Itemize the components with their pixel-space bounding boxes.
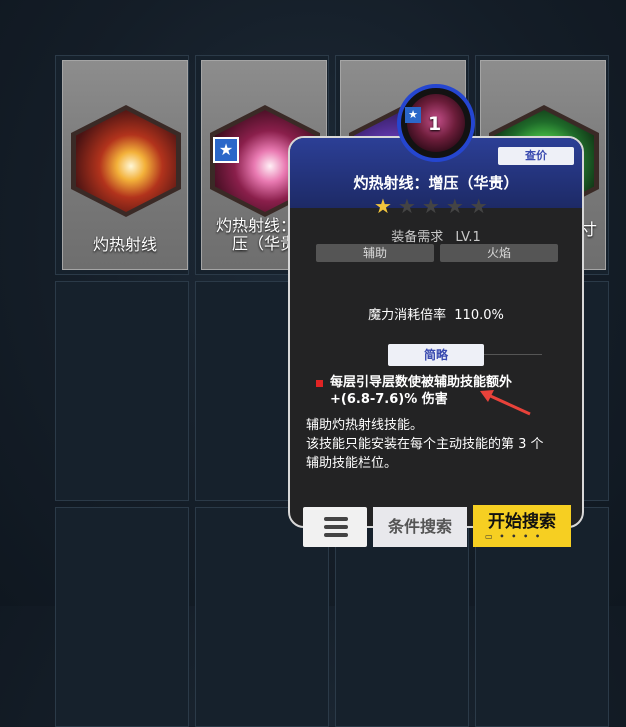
requirement: 装备需求 LV.1 — [290, 226, 582, 245]
star-icon: ★ — [397, 194, 422, 218]
grid-cell[interactable] — [55, 507, 189, 727]
skill-title: 灼热射线：增压（华贵） — [353, 174, 519, 192]
skill-icon — [71, 105, 181, 217]
tag-support: 辅助 — [316, 244, 434, 262]
tag-fire: 火焰 — [440, 244, 558, 262]
start-search-button[interactable]: 开始搜索 ▭ • • • • — [473, 505, 571, 547]
skill-card-label: 灼热射线 — [92, 235, 157, 254]
menu-button[interactable] — [303, 507, 367, 547]
star-icon: ★ — [421, 194, 446, 218]
modifier-text: 每层引导层数使被辅助技能额外 +(6.8-7.6)% 伤害 — [330, 374, 570, 408]
hamburger-icon — [324, 533, 348, 537]
skill-card[interactable]: 灼热射线 — [62, 60, 188, 270]
requirement-value: LV.1 — [455, 230, 481, 245]
skill-description: 辅助灼热射线技能。 该技能只能安装在每个主动技能的第 3 个 辅助技能栏位。 — [306, 416, 576, 473]
star-badge-icon: ★ — [213, 137, 239, 163]
progress-dots: ▭ • • • • — [485, 532, 543, 541]
modifier-line: +(6.8-7.6)% 伤害 — [330, 392, 448, 407]
rarity-stars: ★★★★★ — [374, 194, 494, 218]
requirement-label: 装备需求 — [391, 230, 444, 245]
mana-label: 魔力消耗倍率 — [368, 308, 447, 323]
description-line: 该技能只能安装在每个主动技能的第 3 个 — [306, 437, 544, 452]
tab-brief[interactable]: 简略 — [388, 344, 484, 366]
grid-cell[interactable] — [55, 281, 189, 501]
skill-level: 1 — [428, 113, 442, 135]
star-badge-icon: ★ — [405, 107, 421, 123]
hamburger-icon — [324, 525, 348, 529]
description-line: 辅助灼热射线技能。 — [306, 418, 424, 433]
mana-value: 110.0% — [454, 308, 504, 323]
mana-multiplier: 魔力消耗倍率 110.0% — [290, 304, 582, 323]
star-icon: ★ — [445, 194, 470, 218]
description-line: 辅助技能栏位。 — [306, 456, 398, 471]
start-search-label: 开始搜索 — [488, 512, 556, 532]
skill-tooltip: 查价 灼热射线：增压（华贵） ★★★★★ 装备需求 LV.1 辅助 火焰 魔力消… — [288, 136, 584, 528]
annotation-arrow-icon — [480, 390, 531, 416]
star-icon: ★ — [469, 194, 494, 218]
modifier-line: 每层引导层数使被辅助技能额外 — [330, 375, 513, 390]
condition-search-button[interactable]: 条件搜索 — [373, 507, 467, 547]
price-check-button[interactable]: 查价 — [498, 147, 574, 165]
star-icon: ★ — [374, 194, 398, 218]
bullet-icon — [316, 380, 323, 387]
hamburger-icon — [324, 517, 348, 521]
